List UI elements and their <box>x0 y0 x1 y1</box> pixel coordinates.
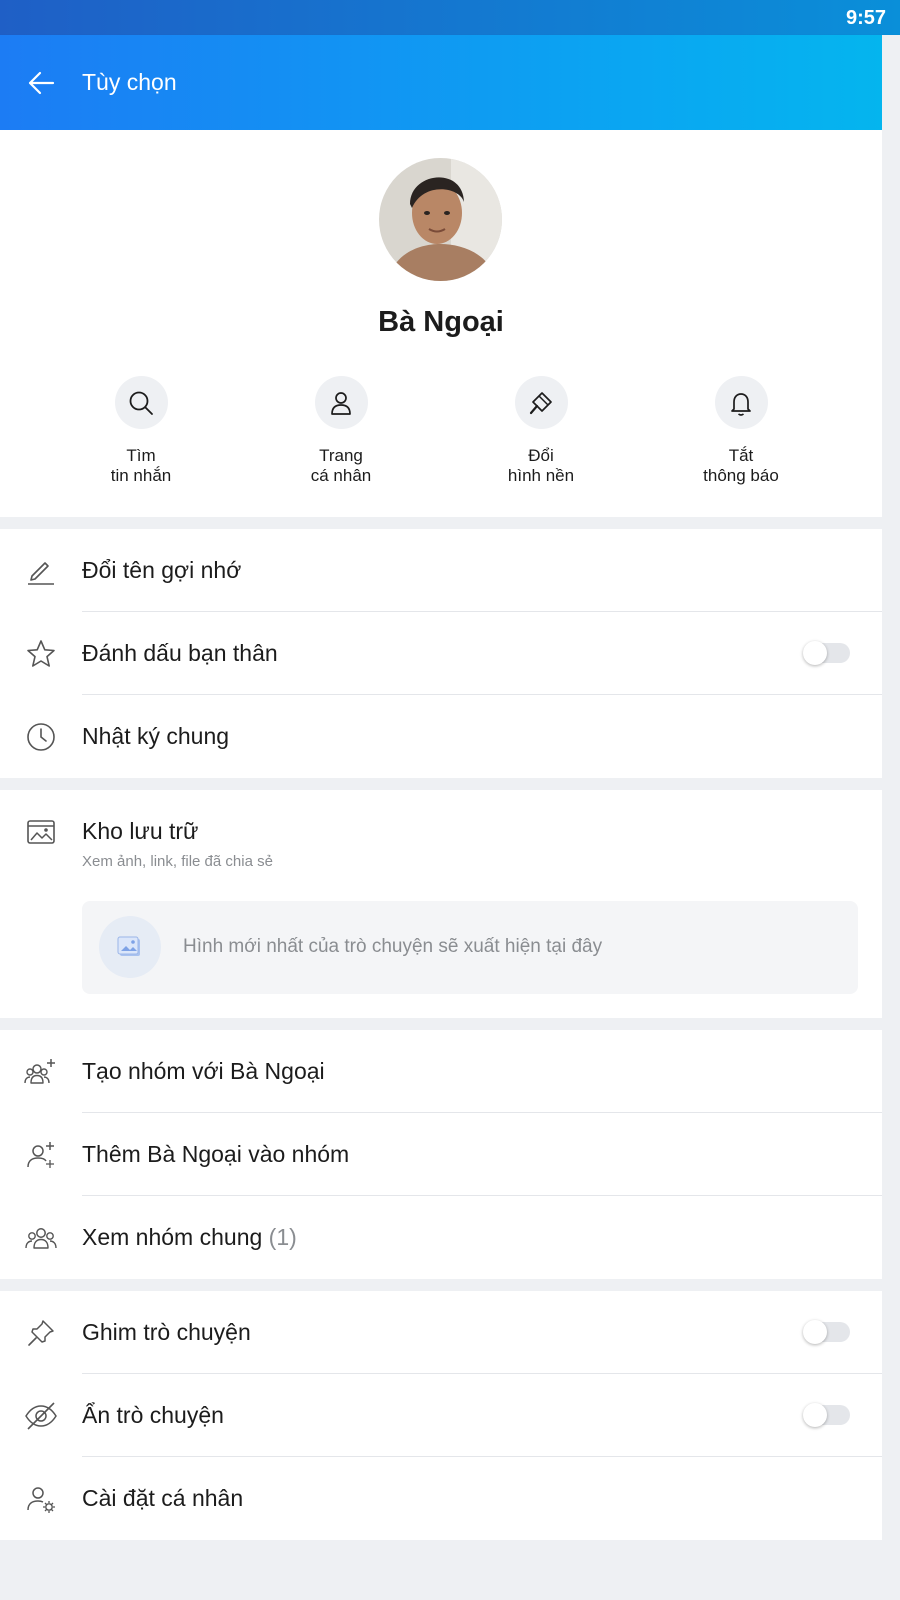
storage-title: Kho lưu trữ <box>82 818 199 844</box>
toggle-knob <box>803 1320 827 1344</box>
section-gap <box>0 1540 900 1552</box>
common-groups-row[interactable]: Xem nhóm chung (1) <box>0 1196 882 1279</box>
action-label-line1: Đổi <box>528 446 554 465</box>
section-gap <box>0 517 900 529</box>
action-label-line1: Tìm <box>126 446 156 465</box>
hide-chat-row[interactable]: Ẩn trò chuyện <box>0 1374 882 1457</box>
eye-off-icon <box>25 1401 57 1430</box>
mark-best-friend-row[interactable]: Đánh dấu bạn thân <box>0 612 882 695</box>
change-wallpaper-button[interactable]: Đổi hình nền <box>441 376 641 486</box>
shared-diary-row[interactable]: Nhật ký chung <box>0 695 882 778</box>
photo-icon <box>117 936 140 956</box>
action-circle <box>314 376 368 429</box>
user-icon <box>331 391 351 415</box>
avatar[interactable] <box>379 158 502 281</box>
bell-icon <box>731 392 751 416</box>
pin-icon <box>28 1319 54 1346</box>
action-label-line2: tin nhắn <box>110 466 172 485</box>
avatar-image <box>379 158 502 281</box>
pin-chat-toggle[interactable] <box>803 1320 850 1344</box>
action-label-line2: cá nhân <box>310 466 372 485</box>
action-label-line2: hình nền <box>507 466 575 485</box>
action-circle <box>114 376 168 429</box>
toggle-knob <box>803 641 827 665</box>
icon-wrap <box>0 638 82 670</box>
search-messages-button[interactable]: Tìm tin nhắn <box>41 376 241 486</box>
section-gap <box>0 778 900 790</box>
status-time: 9:57 <box>845 7 886 29</box>
row-label: Ghim trò chuyện <box>82 1319 251 1345</box>
gallery-icon <box>27 820 55 844</box>
group-count: (1) <box>268 1224 297 1250</box>
storage-placeholder: Hình mới nhất của trò chuyện sẽ xuất hiệ… <box>183 936 603 957</box>
action-label: Trang cá nhân <box>311 446 372 486</box>
group-add-icon <box>24 1058 55 1084</box>
action-circle <box>514 376 568 429</box>
row-label: Thêm Bà Ngoại vào nhóm <box>82 1141 350 1167</box>
mute-notifications-button[interactable]: Tắt thông báo <box>641 376 841 486</box>
user-settings-icon <box>27 1486 55 1513</box>
rename-alias-row[interactable]: Đổi tên gợi nhớ <box>0 529 882 612</box>
row-label: Ẩn trò chuyện <box>82 1402 224 1428</box>
right-edge <box>882 35 900 1600</box>
row-label: Đổi tên gợi nhớ <box>82 557 242 583</box>
action-label: Tìm tin nhắn <box>111 446 172 486</box>
page-title: Tùy chọn <box>82 69 177 95</box>
action-label-line2: thông báo <box>703 466 779 485</box>
app-header: Tùy chọn <box>0 35 900 130</box>
icon-wrap <box>0 1400 82 1432</box>
row-label: Nhật ký chung <box>82 723 230 749</box>
action-label: Đổi hình nền <box>508 446 574 486</box>
clock-icon <box>27 722 55 751</box>
chat-settings-section: Ghim trò chuyện Ẩn trò chuyện Cài đặt cá… <box>0 1291 882 1540</box>
star-icon <box>27 639 55 667</box>
icon-wrap <box>0 1222 82 1254</box>
icon-wrap <box>0 721 82 753</box>
action-label-line1: Trang <box>319 446 363 465</box>
add-to-group-row[interactable]: Thêm Bà Ngoại vào nhóm <box>0 1113 882 1196</box>
action-circle <box>714 376 768 429</box>
icon-wrap <box>0 555 82 587</box>
user-add-icon <box>27 1141 54 1168</box>
storage-thumb <box>99 916 161 978</box>
row-label: Tạo nhóm với Bà Ngoại <box>82 1058 325 1084</box>
action-label: Tắt thông báo <box>703 446 779 486</box>
pencil-icon <box>28 561 54 585</box>
search-icon <box>129 391 153 415</box>
profile-section: Bà Ngoại Tìm tin nhắn Trang cá nhân Đổi … <box>0 130 900 517</box>
back-button[interactable] <box>0 35 82 130</box>
create-group-row[interactable]: Tạo nhóm với Bà Ngoại <box>0 1030 882 1113</box>
settings-section-1: Đổi tên gợi nhớ Đánh dấu bạn thân Nhật k… <box>0 529 882 778</box>
storage-section[interactable]: Kho lưu trữ Xem ảnh, link, file đã chia … <box>0 790 882 1018</box>
best-friend-toggle[interactable] <box>803 641 850 665</box>
paint-brush-icon <box>529 391 552 414</box>
action-label-line1: Tắt <box>728 446 754 465</box>
row-label: Cài đặt cá nhân <box>82 1485 244 1511</box>
quick-actions: Tìm tin nhắn Trang cá nhân Đổi hình nền … <box>0 376 882 486</box>
icon-wrap <box>0 816 82 848</box>
icon-wrap <box>0 1056 82 1088</box>
section-gap <box>0 1018 900 1030</box>
icon-wrap <box>0 1483 82 1515</box>
storage-subtitle: Xem ảnh, link, file đã chia sẻ <box>82 853 273 870</box>
pin-chat-row[interactable]: Ghim trò chuyện <box>0 1291 882 1374</box>
row-label-text: Xem nhóm chung <box>82 1224 263 1250</box>
profile-page-button[interactable]: Trang cá nhân <box>241 376 441 486</box>
hide-chat-toggle[interactable] <box>803 1403 850 1427</box>
toggle-knob <box>803 1403 827 1427</box>
group-icon <box>25 1227 57 1249</box>
icon-wrap <box>0 1317 82 1349</box>
groups-section: Tạo nhóm với Bà Ngoại Thêm Bà Ngoại vào … <box>0 1030 882 1279</box>
row-label: Đánh dấu bạn thân <box>82 640 278 666</box>
section-gap <box>0 1279 900 1291</box>
row-label: Xem nhóm chung (1) <box>82 1224 297 1251</box>
status-bar: 9:57 <box>0 0 900 35</box>
storage-preview[interactable]: Hình mới nhất của trò chuyện sẽ xuất hiệ… <box>82 901 858 994</box>
profile-name: Bà Ngoại <box>378 306 504 338</box>
personal-settings-row[interactable]: Cài đặt cá nhân <box>0 1457 882 1540</box>
icon-wrap <box>0 1139 82 1171</box>
arrow-left-icon <box>28 71 55 94</box>
